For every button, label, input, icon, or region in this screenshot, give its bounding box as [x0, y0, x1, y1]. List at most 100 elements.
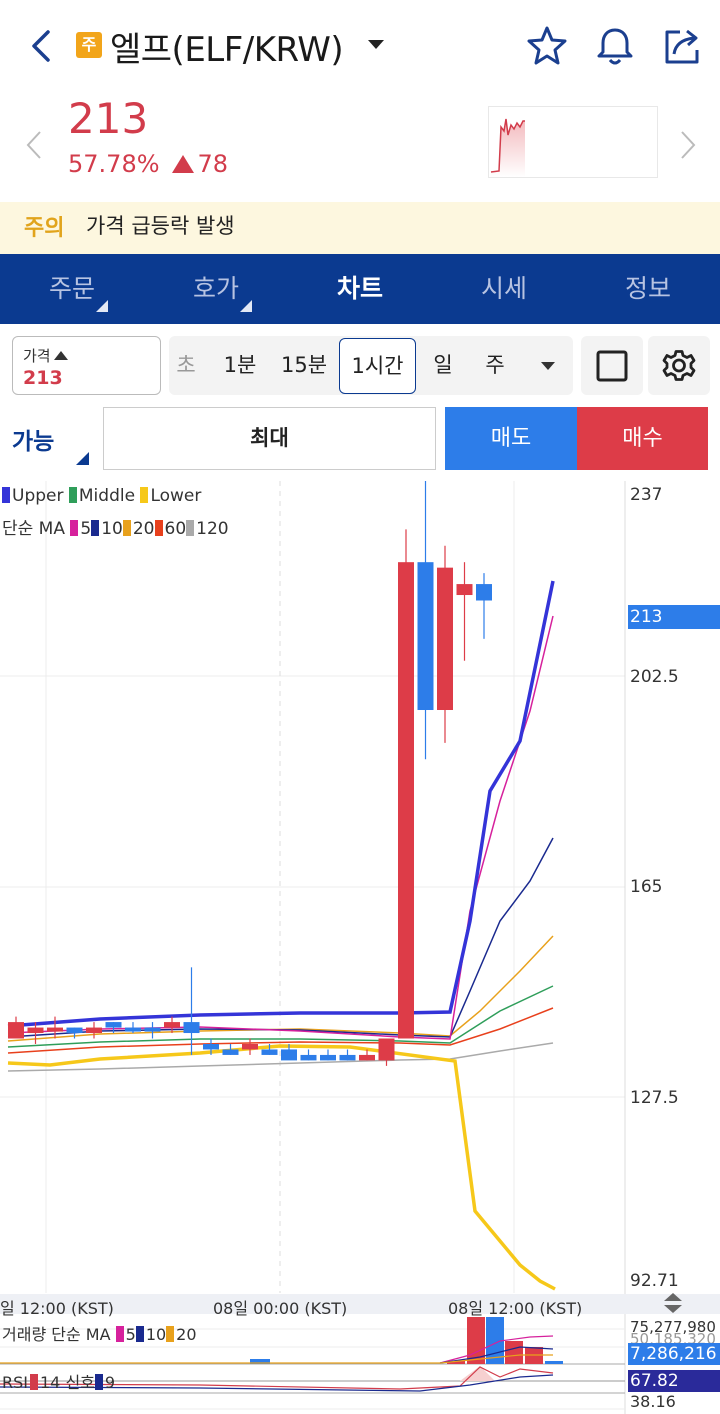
- next-coin-chevron-icon[interactable]: [676, 128, 700, 162]
- candle-body: [203, 1043, 219, 1050]
- candle-body: [398, 562, 414, 1039]
- current-price-tag: 213: [628, 605, 720, 629]
- axis-label: 202.5: [630, 667, 679, 687]
- caret-up-icon: [53, 351, 68, 360]
- rsi-legend: RSI 14 신호 9: [2, 1373, 116, 1392]
- timeframe-second[interactable]: 초: [169, 336, 203, 395]
- chart-type-select[interactable]: 가격 213: [12, 336, 161, 395]
- timeframe-more-caret-icon[interactable]: [541, 362, 555, 370]
- main-tabs: 주문 호가 차트 시세 정보: [0, 254, 720, 324]
- ma-10-line: [7, 837, 554, 1038]
- candle-body: [476, 584, 492, 601]
- share-icon[interactable]: [660, 24, 704, 68]
- candle-body: [27, 1027, 44, 1034]
- candle-body: [359, 1054, 375, 1061]
- price-change: 57.78% 78: [68, 150, 228, 178]
- up-triangle-icon: [171, 155, 194, 173]
- favorite-star-icon[interactable]: [525, 24, 569, 68]
- candle-body: [320, 1054, 336, 1061]
- volume-legend: 거래량 단순 MA 5 10 20: [2, 1325, 197, 1344]
- candle-body: [222, 1049, 239, 1055]
- tab-order[interactable]: 주문: [0, 254, 144, 324]
- candle-body: [261, 1049, 278, 1055]
- candle-body: [300, 1054, 317, 1061]
- axis-label: 92.71: [630, 1271, 679, 1291]
- timeframe-1hour[interactable]: 1시간: [339, 338, 416, 394]
- square-icon: [596, 350, 628, 382]
- candle-body: [281, 1049, 297, 1061]
- ma-legend: 단순 MA 5 10 20 60 120: [2, 519, 229, 539]
- axis-label: 237: [630, 485, 663, 505]
- price-chart[interactable]: Upper Middle Lower 단순 MA 5 10 20 60 120 237 …: [0, 481, 720, 1414]
- candle-body: [164, 1022, 180, 1028]
- notification-bell-icon[interactable]: [593, 24, 637, 68]
- timeframe-bar: 초 1분 15분 1시간 일 주: [169, 336, 573, 395]
- candle-body: [47, 1027, 63, 1032]
- warning-title: 주의: [24, 216, 65, 241]
- tab-orderbook-label: 호가: [192, 274, 239, 303]
- time-label: 일 12:00 (KST): [0, 1299, 114, 1318]
- bb-lower-line: [7, 1044, 556, 1291]
- candle-body: [125, 1027, 141, 1032]
- warning-message: 가격 급등락 발생: [86, 214, 235, 238]
- chart-layout-button[interactable]: [581, 336, 643, 395]
- tab-info-label: 정보: [624, 274, 671, 303]
- candle-body: [339, 1054, 356, 1061]
- candle-body: [456, 584, 473, 596]
- current-price: 213: [68, 94, 149, 143]
- candles-group: [8, 481, 492, 1066]
- candle-body: [183, 1022, 200, 1034]
- available-label[interactable]: 가능: [12, 422, 54, 456]
- mini-chart-svg: [490, 118, 525, 177]
- tab-info[interactable]: 정보: [576, 254, 720, 324]
- mini-price-chart[interactable]: [488, 106, 658, 178]
- tab-market-price[interactable]: 시세: [432, 254, 576, 324]
- rsi-current-tag: 67.82: [628, 1370, 720, 1392]
- timeframe-week[interactable]: 주: [477, 336, 513, 395]
- tab-orderbook[interactable]: 호가: [144, 254, 288, 324]
- time-label: 08일 00:00 (KST): [213, 1299, 348, 1318]
- chart-settings-button[interactable]: [648, 336, 710, 395]
- change-percent: 57.78%: [68, 150, 160, 178]
- tab-market-price-label: 시세: [480, 274, 527, 303]
- back-arrow-icon[interactable]: [22, 22, 62, 70]
- candle-body: [378, 1038, 395, 1061]
- change-amount: 78: [197, 150, 229, 178]
- gear-icon: [662, 350, 696, 381]
- candlestick-chart-svg: [0, 481, 720, 1414]
- volume-bars: [250, 1317, 563, 1364]
- candle-body: [144, 1027, 161, 1032]
- candle-body: [8, 1022, 24, 1039]
- buy-button[interactable]: 매수: [577, 407, 708, 470]
- volume-current-tag: 7,286,216: [628, 1343, 720, 1365]
- warning-banner: 주의 가격 급등락 발생: [0, 202, 720, 254]
- rsi-axis-label: 38.16: [630, 1392, 676, 1411]
- max-quantity-button[interactable]: 최대: [103, 407, 436, 470]
- sell-button[interactable]: 매도: [445, 407, 577, 470]
- header: 주 엘프(ELF/KRW): [0, 0, 720, 92]
- submenu-indicator-icon: [96, 300, 108, 312]
- chart-type-value: 213: [23, 367, 63, 389]
- chart-type-label: 가격: [23, 345, 68, 366]
- bollinger-legend: Upper Middle Lower: [2, 486, 201, 506]
- rsi-overbought-fill: [460, 1366, 495, 1381]
- available-dropdown-icon[interactable]: [76, 452, 89, 465]
- submenu-indicator-icon: [240, 300, 252, 312]
- axis-label: 165: [630, 877, 663, 897]
- candle-body: [66, 1027, 83, 1034]
- candle-body: [417, 562, 434, 711]
- prev-coin-chevron-icon[interactable]: [22, 128, 46, 162]
- time-label: 08일 12:00 (KST): [448, 1299, 583, 1318]
- chart-grid: [0, 481, 625, 1293]
- tab-chart[interactable]: 차트: [288, 254, 432, 324]
- coin-name[interactable]: 엘프(ELF/KRW): [110, 22, 344, 71]
- candle-body: [105, 1022, 122, 1028]
- coin-dropdown-caret-icon[interactable]: [368, 40, 384, 49]
- timeframe-1min[interactable]: 1분: [213, 336, 267, 395]
- candle-body: [437, 567, 453, 711]
- axis-label: 127.5: [630, 1088, 679, 1108]
- tab-chart-label: 차트: [336, 274, 383, 303]
- candle-body: [86, 1027, 102, 1034]
- timeframe-day[interactable]: 일: [425, 336, 461, 395]
- timeframe-15min[interactable]: 15분: [273, 336, 335, 395]
